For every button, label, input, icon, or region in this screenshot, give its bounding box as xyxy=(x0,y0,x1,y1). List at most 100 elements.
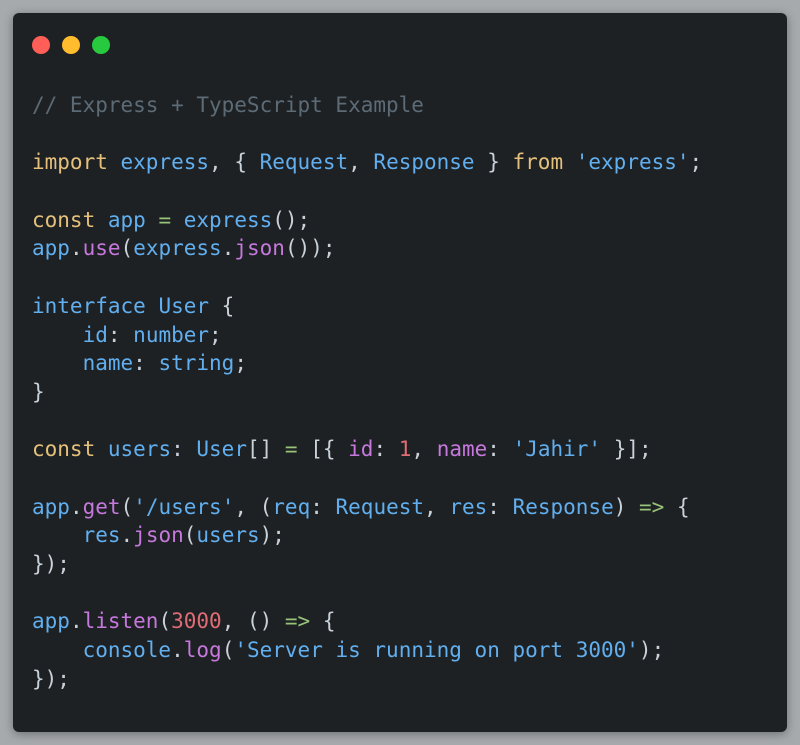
code-token: : xyxy=(171,437,197,462)
code-line: interface User { xyxy=(32,292,702,321)
minimize-dot-icon[interactable] xyxy=(62,36,80,54)
code-line: }); xyxy=(32,550,702,579)
code-token: : xyxy=(487,494,513,519)
code-token: import xyxy=(32,150,108,175)
code-token: . xyxy=(171,638,184,663)
code-line: const app = express(); xyxy=(32,206,702,235)
code-token: ) xyxy=(613,494,640,519)
code-token: '/users' xyxy=(133,494,235,519)
code-token: User xyxy=(158,293,210,318)
code-token: : xyxy=(133,351,159,376)
code-token: id xyxy=(348,437,374,462)
code-token: . xyxy=(69,236,83,261)
code-token: name xyxy=(82,351,134,376)
code-token: , xyxy=(411,437,437,462)
code-token: ); xyxy=(638,638,665,663)
code-line: console.log('Server is running on port 3… xyxy=(32,636,702,665)
code-line: res.json(users); xyxy=(32,521,702,550)
code-token: console xyxy=(82,638,172,663)
close-dot-icon[interactable] xyxy=(32,36,50,54)
code-token: json xyxy=(133,523,184,548)
code-token: : xyxy=(487,437,513,462)
code-token: 3000 xyxy=(171,609,222,634)
code-token: } xyxy=(474,150,513,175)
code-line: app.get('/users', (req: Request, res: Re… xyxy=(32,493,702,522)
code-token: const xyxy=(32,207,96,232)
code-window: // Express + TypeScript Example import ex… xyxy=(13,13,787,732)
code-token: ( xyxy=(158,609,172,634)
code-token: const xyxy=(32,437,96,462)
code-token: Request xyxy=(259,150,349,175)
code-token: : xyxy=(107,322,134,347)
code-token: (); xyxy=(272,207,311,232)
code-token: express xyxy=(183,207,273,232)
code-token: Response xyxy=(373,150,475,175)
code-token: ( xyxy=(183,523,197,548)
code-token: [] xyxy=(246,437,285,462)
code-token: users xyxy=(107,437,172,462)
code-token: , xyxy=(424,494,450,519)
code-token: app xyxy=(32,494,70,519)
maximize-dot-icon[interactable] xyxy=(92,36,110,54)
code-token: users xyxy=(196,523,260,548)
code-line: }); xyxy=(32,665,702,694)
code-token: } xyxy=(32,379,45,404)
code-token: use xyxy=(82,236,121,261)
code-token: ( xyxy=(120,236,134,261)
code-token: }); xyxy=(32,666,70,691)
code-line: // Express + TypeScript Example xyxy=(32,91,702,120)
code-token: { xyxy=(310,609,336,634)
code-token: ; xyxy=(209,322,222,347)
code-line: import express, { Request, Response } fr… xyxy=(32,148,702,177)
code-token: json xyxy=(234,236,285,261)
code-token: string xyxy=(158,351,235,376)
code-token: listen xyxy=(82,609,159,634)
code-line: app.listen(3000, () => { xyxy=(32,607,702,636)
code-token: log xyxy=(183,638,222,663)
code-token: app xyxy=(107,207,146,232)
code-token: res xyxy=(449,494,488,519)
code-token: express xyxy=(133,236,222,261)
code-token: . xyxy=(69,609,83,634)
code-token: { xyxy=(664,494,690,519)
code-token: get xyxy=(82,494,121,519)
code-token: . xyxy=(120,523,134,548)
code-token: 1 xyxy=(398,437,412,462)
code-token: , ( xyxy=(234,494,273,519)
code-token: { xyxy=(209,293,235,318)
code-token: Request xyxy=(335,494,425,519)
code-token: = xyxy=(284,437,298,462)
code-line: const users: User[] = [{ id: 1, name: 'J… xyxy=(32,435,702,464)
code-token: name xyxy=(436,437,488,462)
code-token: [{ xyxy=(297,437,349,462)
code-token: . xyxy=(69,494,83,519)
code-token: 'express' xyxy=(575,150,690,175)
code-token: User xyxy=(196,437,247,462)
code-token: ( xyxy=(120,494,134,519)
code-token: , xyxy=(348,150,374,175)
code-token: number xyxy=(133,322,210,347)
code-token: app xyxy=(32,236,70,261)
code-token: , () xyxy=(221,609,285,634)
code-token: => xyxy=(639,494,665,519)
code-token: from xyxy=(512,150,564,175)
code-token: id xyxy=(82,322,108,347)
code-token: . xyxy=(221,236,235,261)
code-token: , { xyxy=(209,150,260,175)
code-token: ); xyxy=(259,523,285,548)
code-token: 'Jahir' xyxy=(512,437,602,462)
